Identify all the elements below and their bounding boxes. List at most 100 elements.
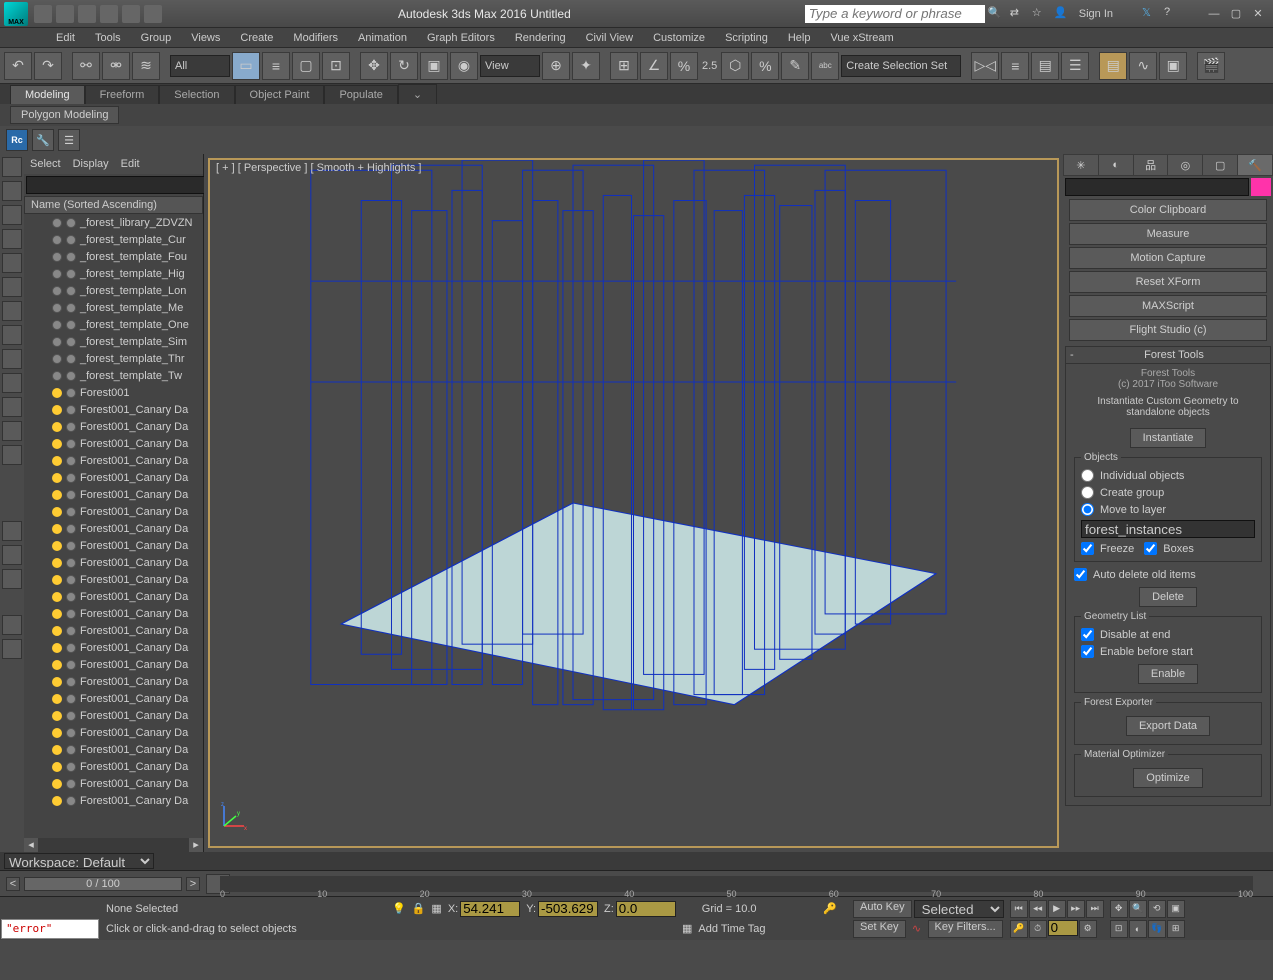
timeline[interactable]: < 0 / 100 > 0102030405060708090100 [0,870,1273,896]
timeline-prev-icon[interactable]: < [6,877,20,891]
menu-scripting[interactable]: Scripting [715,30,778,46]
binoculars-icon[interactable]: 🔍 [988,6,1004,22]
minimize-button[interactable]: — [1203,6,1225,22]
menu-civil-view[interactable]: Civil View [576,30,643,46]
util-flight-studio[interactable]: Flight Studio (c) [1069,319,1267,341]
isolate-icon[interactable]: ▦ [431,902,441,915]
util-reset-xform[interactable]: Reset XForm [1069,271,1267,293]
list-item[interactable]: Forest001_Canary Da [24,758,203,775]
percent-snap-button[interactable]: % [670,52,698,80]
rollout-header-forest-tools[interactable]: - Forest Tools [1065,346,1271,364]
side-icon-18[interactable] [2,639,22,659]
list-item[interactable]: _forest_template_Lon [24,282,203,299]
pivot-button[interactable]: ⊕ [542,52,570,80]
side-icon-1[interactable] [2,157,22,177]
list-item[interactable]: Forest001_Canary Da [24,401,203,418]
list-item[interactable]: Forest001_Canary Da [24,571,203,588]
util-maxscript[interactable]: MAXScript [1069,295,1267,317]
rotate-button[interactable]: ↻ [390,52,418,80]
redo-button[interactable]: ↷ [34,52,62,80]
side-icon-8[interactable] [2,325,22,345]
check-enable-start[interactable]: Enable before start [1081,643,1255,660]
instantiate-button[interactable]: Instantiate [1130,428,1207,448]
explorer-menu-edit[interactable]: Edit [121,158,140,170]
ribbon-tab-selection[interactable]: Selection [159,85,234,104]
ref-coord-dropdown[interactable]: View [480,55,540,77]
list-item[interactable]: Forest001_Canary Da [24,452,203,469]
undo-button[interactable]: ↶ [4,52,32,80]
list-item[interactable]: Forest001_Canary Da [24,741,203,758]
auto-key-button[interactable]: Auto Key [853,900,912,918]
time-config-button[interactable]: ⏱ [1029,920,1047,938]
coord-x-input[interactable] [460,901,520,917]
help-icon[interactable]: ? [1164,6,1180,22]
exchange-icon[interactable]: ⇄ [1010,6,1026,22]
ribbon-tab-object-paint[interactable]: Object Paint [235,85,325,104]
list-item[interactable]: _forest_template_Hig [24,265,203,282]
wrench-icon[interactable]: 🔧 [32,129,54,151]
enable-button[interactable]: Enable [1138,664,1198,684]
maxscript-listener[interactable]: "error" [1,919,99,939]
open-icon[interactable] [56,5,74,23]
time-tag-icon[interactable]: ▦ [682,922,692,935]
list-item[interactable]: Forest001_Canary Da [24,520,203,537]
restore-button[interactable]: ▢ [1225,6,1247,22]
workspace-dropdown[interactable]: Workspace: Default [4,853,154,869]
check-auto-delete[interactable]: Auto delete old items [1074,566,1262,583]
object-name-input[interactable] [1065,178,1249,196]
key-icon[interactable]: 🔒 [412,902,426,915]
side-icon-7[interactable] [2,301,22,321]
list-item[interactable]: _forest_library_ZDVZN [24,214,203,231]
prev-frame-button[interactable]: ◂◂ [1029,900,1047,918]
side-icon-4[interactable] [2,229,22,249]
link-button[interactable]: ⚯ [72,52,100,80]
rect-region-button[interactable]: ▢ [292,52,320,80]
menu-help[interactable]: Help [778,30,821,46]
explorer-search-input[interactable] [26,176,211,194]
side-icon-10[interactable] [2,373,22,393]
orbit-button[interactable]: ⟲ [1148,900,1166,918]
next-frame-button[interactable]: ▸▸ [1067,900,1085,918]
list-item[interactable]: Forest001_Canary Da [24,690,203,707]
rc-button[interactable]: Rc [6,129,28,151]
explorer-list[interactable]: _forest_library_ZDVZN_forest_template_Cu… [24,214,203,838]
zoom-button[interactable]: 🔍 [1129,900,1147,918]
list-icon[interactable]: ☰ [58,129,80,151]
window-crossing-button[interactable]: ⊡ [322,52,350,80]
save-icon[interactable] [78,5,96,23]
export-data-button[interactable]: Export Data [1126,716,1210,736]
play-button[interactable]: ▶ [1048,900,1066,918]
abc-button[interactable]: abc [811,52,839,80]
side-icon-15[interactable] [2,545,22,565]
layers-button[interactable]: ▤ [1031,52,1059,80]
min-max-button[interactable]: ⊞ [1167,920,1185,938]
list-item[interactable]: Forest001_Canary Da [24,418,203,435]
object-color-swatch[interactable] [1251,178,1271,196]
star-icon[interactable]: ☆ [1032,6,1048,22]
create-tab[interactable]: ✳ [1064,155,1098,175]
viewport[interactable]: [ + ] [ Perspective ] [ Smooth + Highlig… [204,154,1063,852]
key-curve-icon[interactable]: ∿ [908,922,926,935]
side-icon-16[interactable] [2,569,22,589]
list-item[interactable]: _forest_template_Cur [24,231,203,248]
radio-create-group[interactable]: Create group [1081,484,1255,501]
motion-tab[interactable]: ◎ [1168,155,1202,175]
key-filters-button[interactable]: Key Filters... [928,920,1003,938]
list-item[interactable]: _forest_template_Me [24,299,203,316]
menu-create[interactable]: Create [230,30,283,46]
explorer-col-header[interactable]: Name (Sorted Ascending) [24,196,203,214]
manipulate-button[interactable]: ✦ [572,52,600,80]
ribbon-tab-populate[interactable]: Populate [324,85,397,104]
menu-animation[interactable]: Animation [348,30,417,46]
optimize-button[interactable]: Optimize [1133,768,1202,788]
key-icon-2[interactable]: 🔑 [823,902,847,915]
selection-set-dropdown[interactable]: Create Selection Set [841,55,961,77]
list-item[interactable]: _forest_template_Sim [24,333,203,350]
list-item[interactable]: Forest001_Canary Da [24,639,203,656]
redo-icon[interactable] [122,5,140,23]
x-logo-icon[interactable]: 𝕏 [1142,6,1158,22]
percent-snap2-button[interactable]: % [751,52,779,80]
bind-button[interactable]: ≋ [132,52,160,80]
viewport-label[interactable]: [ + ] [ Perspective ] [ Smooth + Highlig… [216,162,421,174]
coord-y-input[interactable] [538,901,598,917]
